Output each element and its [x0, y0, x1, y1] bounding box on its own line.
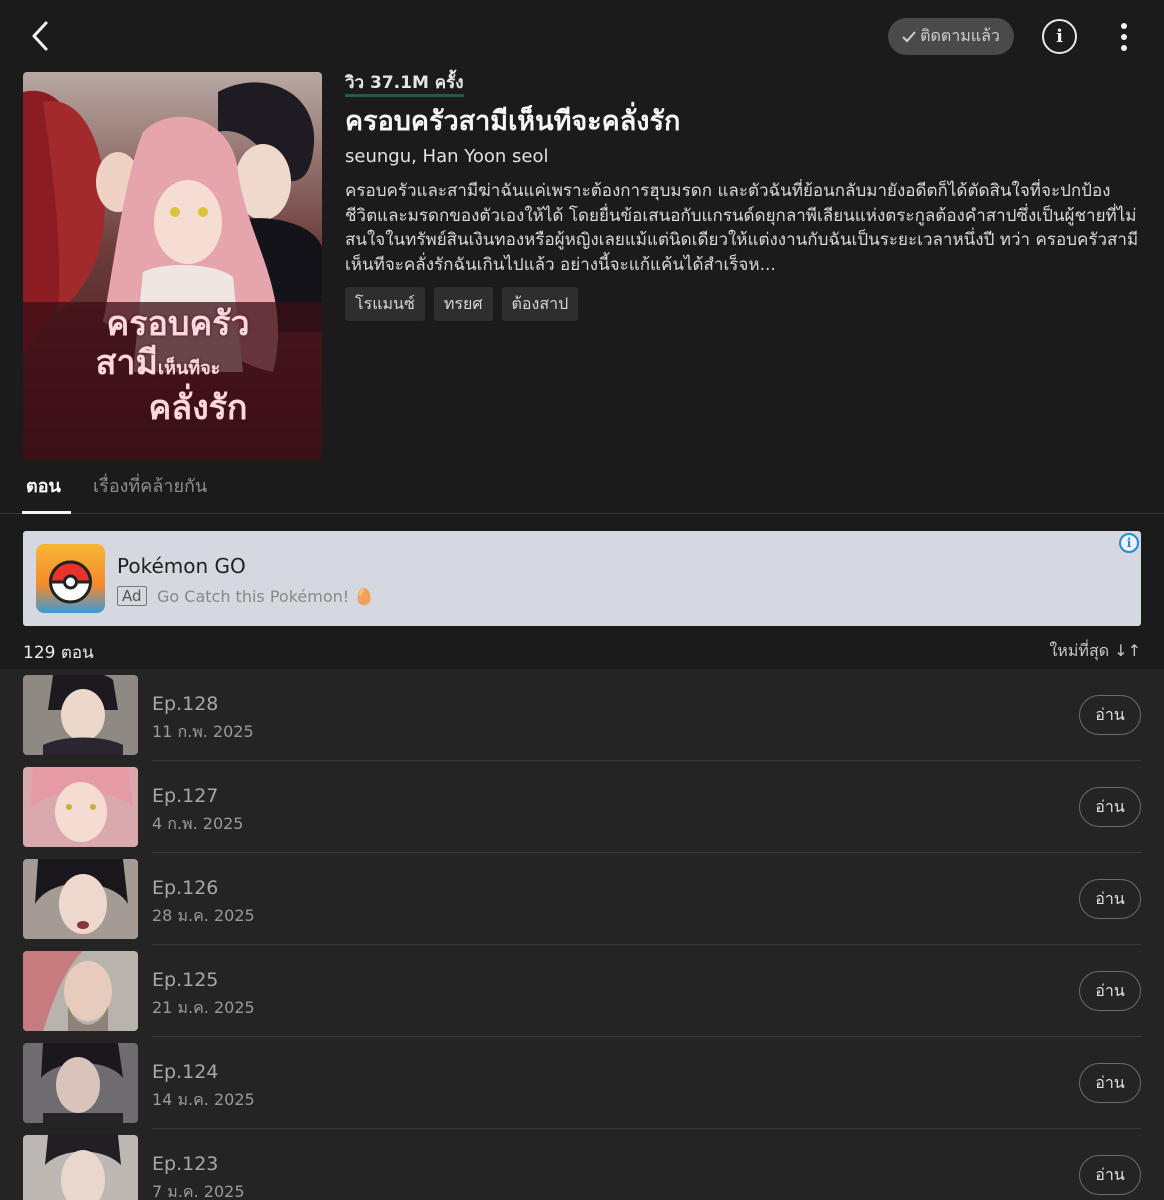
series-title: ครอบครัวสามีเห็นทีจะคลั่งรัก: [345, 106, 681, 137]
ad-tagline: Go Catch this Pokémon! 🥚: [157, 587, 375, 606]
episode-count: 129 ตอน: [23, 643, 94, 663]
more-options-button[interactable]: [1110, 20, 1138, 54]
episode-date: 7 ม.ค. 2025: [152, 1182, 245, 1200]
top-bar: ติดตามแล้ว i: [0, 0, 1164, 72]
genre-tag[interactable]: โรแมนซ์: [345, 287, 425, 321]
cover-title-line: คลั่งรัก: [148, 388, 248, 428]
episode-list-header: 129 ตอน ใหม่ที่สุด ↓↑: [0, 636, 1164, 668]
series-synopsis[interactable]: ครอบครัวและสามีฆ่าฉันแค่เพราะต้องการฮุบม…: [345, 179, 1140, 277]
more-dot-icon: [1121, 45, 1127, 51]
genre-tag[interactable]: ทรยศ: [433, 287, 493, 321]
episode-list: Ep.128 11 ก.พ. 2025 อ่าน Ep.127 4 ก.พ. 2…: [0, 669, 1164, 1200]
read-button[interactable]: อ่าน: [1079, 971, 1141, 1011]
episode-thumbnail: [23, 1043, 138, 1123]
episode-row[interactable]: Ep.125 21 ม.ค. 2025 อ่าน: [0, 945, 1164, 1037]
episode-title: Ep.124: [152, 1061, 219, 1083]
episode-row[interactable]: Ep.124 14 ม.ค. 2025 อ่าน: [0, 1037, 1164, 1129]
episode-title: Ep.126: [152, 877, 219, 899]
info-icon: i: [1056, 26, 1063, 47]
genre-tags: โรแมนซ์ ทรยศ ต้องสาป: [345, 287, 1145, 321]
series-authors: seungu, Han Yoon seol: [345, 146, 549, 167]
ad-title: Pokémon GO: [117, 554, 246, 578]
episode-date: 21 ม.ค. 2025: [152, 998, 255, 1017]
episode-date: 4 ก.พ. 2025: [152, 814, 244, 833]
episode-date: 28 ม.ค. 2025: [152, 906, 255, 925]
episode-thumbnail: [23, 1135, 138, 1200]
episode-row[interactable]: Ep.123 7 ม.ค. 2025 อ่าน: [0, 1129, 1164, 1200]
episode-title: Ep.128: [152, 693, 219, 715]
content-tabs: ตอน เรื่องที่คล้ายกัน: [0, 462, 1164, 514]
episode-title: Ep.127: [152, 785, 219, 807]
cover-title-line: สามีเห็นทีจะ: [95, 343, 221, 383]
info-button[interactable]: i: [1042, 19, 1077, 54]
series-cover: ครอบครัว สามีเห็นทีจะ คลั่งรัก: [23, 72, 322, 460]
read-button[interactable]: อ่าน: [1079, 1155, 1141, 1195]
more-dot-icon: [1121, 34, 1127, 40]
series-meta: วิว 37.1M ครั้ง ครอบครัวสามีเห็นทีจะคลั่…: [345, 72, 1145, 321]
read-button[interactable]: อ่าน: [1079, 695, 1141, 735]
cover-title-art: ครอบครัว สามีเห็นทีจะ คลั่งรัก: [53, 304, 303, 428]
episode-title: Ep.125: [152, 969, 219, 991]
tab-similar-series[interactable]: เรื่องที่คล้ายกัน: [93, 474, 207, 500]
tab-episodes[interactable]: ตอน: [22, 474, 71, 514]
more-dot-icon: [1121, 23, 1127, 29]
episode-row[interactable]: Ep.126 28 ม.ค. 2025 อ่าน: [0, 853, 1164, 945]
episode-thumbnail: [23, 859, 138, 939]
sort-toggle[interactable]: ใหม่ที่สุด ↓↑: [1049, 639, 1141, 664]
chevron-left-icon: [32, 21, 48, 51]
ad-banner[interactable]: Pokémon GO Ad Go Catch this Pokémon! 🥚 i: [23, 531, 1141, 626]
cover-title-line: ครอบครัว: [106, 304, 250, 344]
episode-date: 14 ม.ค. 2025: [152, 1090, 255, 1109]
episode-title: Ep.123: [152, 1153, 219, 1175]
view-count: วิว 37.1M ครั้ง: [345, 72, 464, 97]
following-button[interactable]: ติดตามแล้ว: [888, 18, 1014, 55]
read-button[interactable]: อ่าน: [1079, 787, 1141, 827]
episode-date: 11 ก.พ. 2025: [152, 722, 254, 741]
ad-info-icon[interactable]: i: [1119, 533, 1139, 553]
pokemon-go-app-icon: [36, 544, 105, 613]
episode-row[interactable]: Ep.128 11 ก.พ. 2025 อ่าน: [0, 669, 1164, 761]
episode-thumbnail: [23, 675, 138, 755]
episode-thumbnail: [23, 767, 138, 847]
read-button[interactable]: อ่าน: [1079, 879, 1141, 919]
episode-row[interactable]: Ep.127 4 ก.พ. 2025 อ่าน: [0, 761, 1164, 853]
check-icon: [902, 30, 916, 42]
episode-thumbnail: [23, 951, 138, 1031]
ad-badge: Ad: [117, 586, 147, 606]
back-button[interactable]: [22, 16, 58, 56]
following-label: ติดตามแล้ว: [920, 26, 1000, 45]
read-button[interactable]: อ่าน: [1079, 1063, 1141, 1103]
genre-tag[interactable]: ต้องสาป: [501, 287, 579, 321]
